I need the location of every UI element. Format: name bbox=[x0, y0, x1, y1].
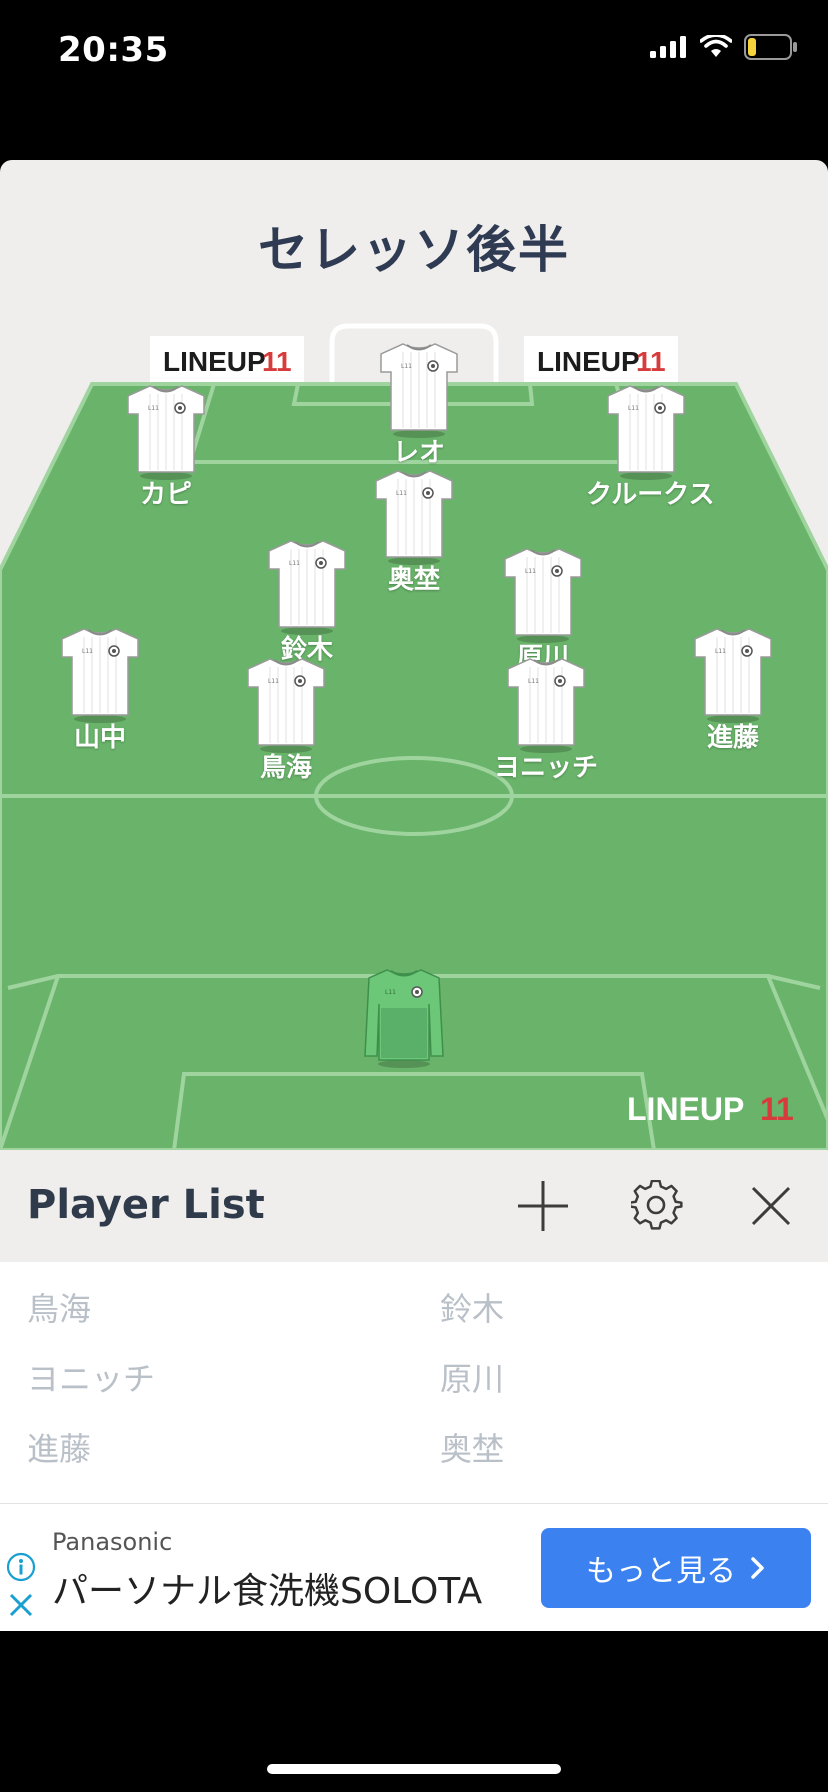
player-kapi[interactable]: L11 カピ bbox=[106, 380, 226, 511]
player-kruks[interactable]: L11 クルークス bbox=[586, 380, 715, 511]
player-name: レオ bbox=[392, 438, 445, 468]
list-item[interactable]: 鳥海 bbox=[27, 1284, 91, 1330]
svg-text:L11: L11 bbox=[396, 490, 407, 497]
player-suzuki[interactable]: L11 鈴木 bbox=[247, 535, 367, 666]
svg-text:L11: L11 bbox=[401, 363, 412, 370]
player-yamanaka[interactable]: L11 山中 bbox=[40, 623, 160, 754]
shirt-icon: L11 bbox=[127, 385, 205, 480]
shirt-icon: L11 bbox=[268, 540, 346, 635]
chevron-right-icon bbox=[751, 1557, 764, 1579]
status-time: 20:35 bbox=[58, 30, 169, 70]
svg-text:L11: L11 bbox=[289, 560, 300, 567]
svg-text:L11: L11 bbox=[528, 678, 539, 685]
ad-banner[interactable]: Panasonic パーソナル食洗機SOLOTA もっと見る bbox=[0, 1503, 828, 1631]
ad-brand: Panasonic bbox=[52, 1528, 173, 1556]
shirt-icon: L11 bbox=[247, 658, 325, 753]
info-icon[interactable] bbox=[6, 1552, 36, 1582]
ad-cta-label: もっと見る bbox=[586, 1554, 736, 1589]
list-item[interactable]: 奥埜 bbox=[440, 1424, 504, 1470]
player-shindo[interactable]: L11 進藤 bbox=[673, 623, 793, 754]
shirt-icon: L11 bbox=[61, 628, 139, 723]
home-indicator[interactable] bbox=[267, 1764, 561, 1774]
player-name: 鳥海 bbox=[259, 753, 312, 783]
player-name: 進藤 bbox=[706, 723, 759, 753]
status-icons bbox=[650, 34, 798, 60]
ad-cta-button[interactable]: もっと見る bbox=[541, 1528, 811, 1608]
player-leo[interactable]: L11 レオ bbox=[359, 338, 479, 469]
shirt-icon: L11 bbox=[694, 628, 772, 723]
ad-board-left-brand: LINEUP bbox=[163, 346, 266, 377]
plus-icon bbox=[518, 1181, 568, 1231]
gear-icon bbox=[631, 1180, 683, 1230]
shirt-icon: L11 bbox=[375, 470, 453, 565]
player-name: クルークス bbox=[586, 480, 715, 510]
player-jonic[interactable]: L11 ヨニッチ bbox=[486, 653, 606, 784]
list-item[interactable]: ヨニッチ bbox=[27, 1354, 155, 1400]
signal-icon bbox=[650, 36, 686, 58]
player-chokai[interactable]: L11 鳥海 bbox=[226, 653, 346, 784]
wifi-icon bbox=[700, 35, 732, 57]
player-name: カピ bbox=[139, 480, 192, 510]
battery-icon bbox=[744, 34, 797, 60]
svg-text:L11: L11 bbox=[385, 989, 396, 996]
shirt-icon: L11 bbox=[507, 658, 585, 753]
svg-text:L11: L11 bbox=[82, 648, 93, 655]
player-list-title: Player List bbox=[27, 1182, 265, 1228]
lineup-card: セレッソ後半 LINEUP 11 LINEUP 11 LINEUP 11 L11… bbox=[0, 160, 828, 1630]
pitch: LINEUP 11 LINEUP 11 LINEUP 11 L11 レオ L11… bbox=[0, 320, 828, 1150]
settings-button[interactable] bbox=[629, 1178, 685, 1234]
gk-shirt-icon: L11 bbox=[364, 969, 444, 1068]
shirt-icon: L11 bbox=[380, 343, 458, 438]
player-okuhan[interactable]: L11 奥埜 bbox=[354, 465, 474, 596]
ad-board-right-num: 11 bbox=[636, 346, 666, 377]
status-bar: 20:35 bbox=[0, 0, 828, 100]
list-item[interactable]: 原川 bbox=[440, 1354, 504, 1400]
list-item[interactable]: 進藤 bbox=[27, 1424, 91, 1470]
pitch-watermark-brand: LINEUP bbox=[627, 1091, 744, 1127]
shirt-icon: L11 bbox=[607, 385, 685, 480]
pitch-watermark-num: 11 bbox=[760, 1091, 794, 1127]
svg-text:L11: L11 bbox=[268, 678, 279, 685]
ad-board-left-num: 11 bbox=[262, 346, 292, 377]
close-icon bbox=[751, 1186, 791, 1226]
player-name: 山中 bbox=[73, 723, 126, 753]
close-icon[interactable] bbox=[6, 1590, 36, 1620]
player-name: ヨニッチ bbox=[493, 753, 598, 783]
svg-text:L11: L11 bbox=[148, 405, 159, 412]
list-item[interactable]: 鈴木 bbox=[440, 1284, 504, 1330]
ad-headline[interactable]: パーソナル食洗機SOLOTA bbox=[52, 1562, 482, 1614]
svg-text:L11: L11 bbox=[628, 405, 639, 412]
player-name: 奥埜 bbox=[387, 565, 440, 595]
lineup-title: セレッソ後半 bbox=[258, 221, 570, 279]
add-player-button[interactable] bbox=[515, 1178, 571, 1234]
ad-board-right-brand: LINEUP bbox=[537, 346, 640, 377]
svg-text:L11: L11 bbox=[715, 648, 726, 655]
shirt-icon: L11 bbox=[504, 548, 582, 643]
player-goalkeeper[interactable]: L11 bbox=[344, 964, 464, 1070]
close-button[interactable] bbox=[743, 1178, 799, 1234]
player-list-header: Player List bbox=[0, 1150, 828, 1262]
svg-text:L11: L11 bbox=[525, 568, 536, 575]
